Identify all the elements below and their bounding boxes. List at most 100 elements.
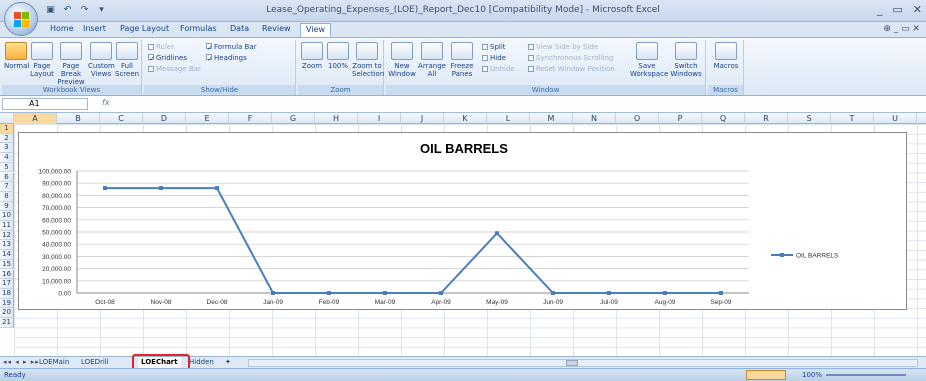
column-header[interactable]: K (444, 113, 487, 124)
column-header[interactable]: L (487, 113, 530, 124)
column-header[interactable]: V (917, 113, 926, 124)
new-window-button[interactable]: New Window (388, 42, 416, 78)
row-header[interactable]: 15 (0, 259, 14, 270)
column-header[interactable]: T (831, 113, 874, 124)
column-header[interactable]: M (530, 113, 573, 124)
sheet-tab-hidden[interactable]: Hidden (186, 357, 217, 368)
row-header[interactable]: 1 (0, 124, 14, 134)
tab-formulas[interactable]: Formulas (180, 24, 217, 33)
minimize-button[interactable]: _ (877, 3, 883, 16)
view-side-by-side-button[interactable]: View Side by Side (528, 43, 598, 51)
sheet-tab-loemain[interactable]: LOEMain (36, 357, 72, 368)
row-header[interactable]: 21 (0, 318, 14, 328)
row-header[interactable]: 16 (0, 269, 14, 280)
row-header[interactable]: 5 (0, 162, 14, 173)
reset-window-position-button[interactable]: Reset Window Position (528, 65, 615, 73)
gridlines-checkbox[interactable]: ✓Gridlines (148, 54, 187, 63)
worksheet[interactable]: ABCDEFGHIJKLMNOPQRSTUV 12345678910111213… (0, 113, 926, 356)
row-header[interactable]: 2 (0, 133, 14, 144)
unhide-button[interactable]: Unhide (482, 65, 515, 73)
function-icon[interactable]: fx (102, 98, 110, 107)
column-header[interactable]: G (272, 113, 315, 124)
full-screen-button[interactable]: Full Screen (115, 42, 139, 78)
line-chart[interactable]: OIL BARRELS 0.00 10,000.00 20,000.00 30,000… (18, 132, 907, 310)
page-break-preview-button[interactable]: Page Break Preview (56, 42, 86, 86)
column-header[interactable]: D (143, 113, 186, 124)
tab-home[interactable]: Home (50, 24, 74, 33)
row-header[interactable]: 11 (0, 221, 14, 231)
normal-view-button[interactable]: Normal (4, 42, 29, 70)
new-window-label: New Window (388, 62, 416, 78)
row-header[interactable]: 8 (0, 191, 14, 202)
sheet-tab-loedrill[interactable]: LOEDrill (78, 357, 112, 368)
sheet-nav-buttons[interactable]: ◂◂ ◂ ▸ ▸▸ (3, 358, 40, 366)
zoom-100-button[interactable]: 100% (326, 42, 350, 70)
tab-insert[interactable]: Insert (83, 24, 106, 33)
column-header[interactable]: B (57, 113, 100, 124)
ribbon-help-controls[interactable]: ⊕ _ ▭ ✕ (883, 24, 920, 34)
close-button[interactable]: ✕ (913, 3, 922, 16)
scrollbar-thumb[interactable] (566, 360, 578, 366)
column-header[interactable]: Q (702, 113, 745, 124)
row-header[interactable]: 12 (0, 230, 14, 241)
x-tick-label: Nov-08 (151, 299, 172, 306)
office-button[interactable] (4, 2, 38, 36)
column-header[interactable]: J (401, 113, 444, 124)
column-header[interactable]: H (315, 113, 358, 124)
column-header[interactable]: O (616, 113, 659, 124)
row-header[interactable]: 19 (0, 298, 14, 309)
macros-button[interactable]: Macros (713, 42, 739, 70)
row-header[interactable]: 3 (0, 143, 14, 154)
save-workspace-button[interactable]: Save Workspace (630, 42, 668, 78)
row-header[interactable]: 6 (0, 172, 14, 183)
column-header[interactable]: N (573, 113, 616, 124)
column-header[interactable]: A (14, 113, 57, 124)
zoom-slider[interactable] (826, 374, 906, 376)
column-header[interactable]: E (186, 113, 229, 124)
row-header[interactable]: 17 (0, 279, 14, 289)
headings-checkbox[interactable]: ✓Headings (206, 54, 247, 63)
zoom-button[interactable]: Zoom (300, 42, 324, 70)
freeze-panes-button[interactable]: Freeze Panes (448, 42, 476, 78)
row-header[interactable]: 20 (0, 308, 14, 318)
column-header[interactable]: R (745, 113, 788, 124)
custom-views-button[interactable]: Custom Views (88, 42, 115, 78)
horizontal-scrollbar[interactable] (248, 359, 918, 367)
split-button[interactable]: Split (482, 43, 506, 51)
view-shortcuts[interactable] (746, 370, 786, 380)
zoom-to-selection-button[interactable]: Zoom to Selection (352, 42, 384, 78)
column-header[interactable]: S (788, 113, 831, 124)
tab-review[interactable]: Review (262, 24, 291, 33)
row-header[interactable]: 9 (0, 201, 14, 212)
hide-button[interactable]: Hide (482, 54, 506, 62)
select-all-corner[interactable] (0, 113, 14, 124)
row-header[interactable]: 14 (0, 250, 14, 260)
row-header[interactable]: 10 (0, 211, 14, 221)
column-header[interactable]: C (100, 113, 143, 124)
maximize-button[interactable]: ▭ (892, 3, 902, 16)
column-header[interactable]: I (358, 113, 401, 124)
insert-sheet-icon[interactable]: ✦ (222, 357, 234, 368)
tab-page-layout[interactable]: Page Layout (120, 24, 169, 33)
row-header[interactable]: 7 (0, 182, 14, 192)
x-tick-label: Jul-09 (600, 299, 618, 306)
magnifier-icon (301, 42, 323, 60)
column-header[interactable]: U (874, 113, 917, 124)
row-header[interactable]: 4 (0, 153, 14, 163)
tab-view[interactable]: View (300, 23, 331, 37)
column-header[interactable]: F (229, 113, 272, 124)
row-header[interactable]: 13 (0, 240, 14, 251)
switch-windows-button[interactable]: Switch Windows (668, 42, 704, 78)
page-layout-view-button[interactable]: Page Layout (30, 42, 54, 78)
arrange-all-button[interactable]: Arrange All (418, 42, 446, 78)
tab-data[interactable]: Data (230, 24, 249, 33)
row-header[interactable]: 18 (0, 288, 14, 299)
x-tick-label: Mar-09 (375, 299, 396, 306)
synchronous-scrolling-button[interactable]: Synchronous Scrolling (528, 54, 613, 62)
column-header[interactable]: P (659, 113, 702, 124)
name-box[interactable]: A1 (2, 98, 88, 110)
ruler-checkbox[interactable]: Ruler (148, 43, 174, 51)
message-bar-checkbox[interactable]: Message Bar (148, 65, 201, 73)
zoom-level[interactable]: 100% (802, 371, 822, 379)
formula-bar-checkbox[interactable]: ✓Formula Bar (206, 43, 257, 52)
